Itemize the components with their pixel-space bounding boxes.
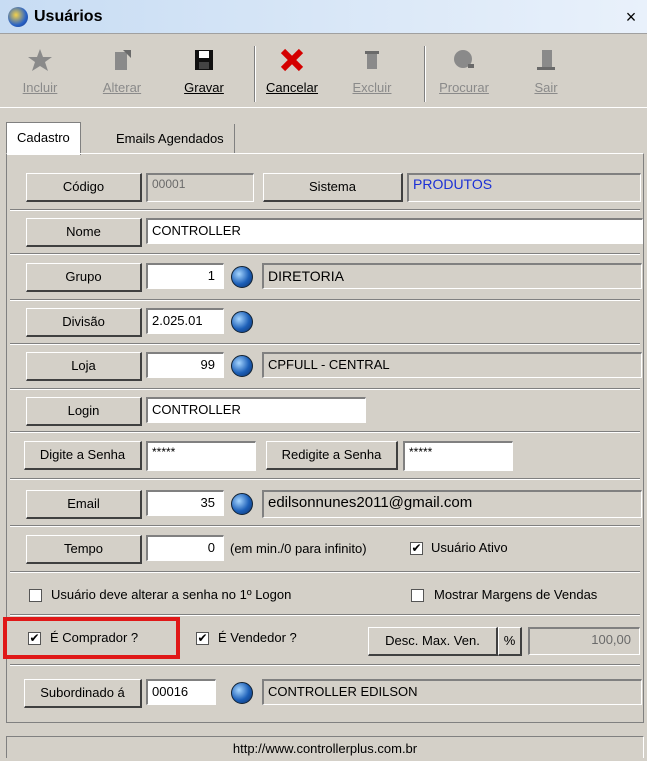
toolbar-separator-2 bbox=[424, 46, 426, 102]
procurar-label: Procurar bbox=[439, 80, 489, 95]
subordinado-field[interactable]: 00016 bbox=[146, 679, 216, 705]
usuario-ativo-label: Usuário Ativo bbox=[431, 540, 508, 555]
loja-field[interactable]: 99 bbox=[146, 352, 224, 378]
divider bbox=[10, 431, 640, 433]
incluir-label: Incluir bbox=[22, 80, 58, 95]
cancel-x-icon bbox=[280, 48, 304, 72]
codigo-field[interactable]: 00001 bbox=[146, 173, 254, 202]
window-title: Usuários bbox=[34, 8, 103, 25]
sair-label: Sair bbox=[534, 80, 558, 95]
app-globe-icon bbox=[8, 7, 28, 27]
email-desc: edilsonnunes2011@gmail.com bbox=[262, 490, 642, 518]
excluir-label: Excluir bbox=[352, 80, 392, 95]
new-star-icon bbox=[28, 49, 52, 71]
divider bbox=[10, 299, 640, 301]
subordinado-search-globe-icon[interactable] bbox=[231, 682, 253, 704]
email-search-globe-icon[interactable] bbox=[231, 493, 253, 515]
divider bbox=[10, 614, 640, 616]
divider bbox=[10, 571, 640, 573]
divider bbox=[10, 478, 640, 480]
loja-search-globe-icon[interactable] bbox=[231, 355, 253, 377]
close-button[interactable]: × bbox=[620, 6, 642, 28]
divisao-label: Divisão bbox=[26, 308, 142, 337]
desc-max-label: Desc. Max. Ven. bbox=[368, 627, 498, 656]
alterar-senha-checkbox[interactable] bbox=[29, 589, 42, 602]
procurar-button[interactable]: Procurar bbox=[436, 44, 492, 104]
grupo-search-globe-icon[interactable] bbox=[231, 266, 253, 288]
subordinado-label: Subordinado á bbox=[24, 679, 142, 708]
search-globe-icon bbox=[454, 50, 474, 68]
usuario-ativo-checkbox[interactable]: ✔ bbox=[410, 542, 423, 555]
codigo-label: Código bbox=[26, 173, 142, 202]
cancelar-label: Cancelar bbox=[265, 80, 319, 95]
redigite-label: Redigite a Senha bbox=[266, 441, 398, 470]
gravar-button[interactable]: Gravar bbox=[176, 44, 232, 104]
divider bbox=[10, 253, 640, 255]
grupo-field[interactable]: 1 bbox=[146, 263, 224, 289]
nome-label: Nome bbox=[26, 218, 142, 247]
senha-label: Digite a Senha bbox=[24, 441, 142, 470]
toolbar-separator bbox=[254, 46, 256, 102]
tempo-field[interactable]: 0 bbox=[146, 535, 224, 561]
alterar-button[interactable]: Alterar bbox=[94, 44, 150, 104]
save-floppy-icon bbox=[195, 50, 213, 70]
divisao-search-globe-icon[interactable] bbox=[231, 311, 253, 333]
incluir-button[interactable]: Incluir bbox=[12, 44, 68, 104]
grupo-label: Grupo bbox=[26, 263, 142, 292]
edit-pencil-icon bbox=[115, 50, 131, 70]
loja-label: Loja bbox=[26, 352, 142, 381]
sair-button[interactable]: Sair bbox=[518, 44, 574, 104]
email-field[interactable]: 35 bbox=[146, 490, 224, 516]
tab-emails-agendados[interactable]: Emails Agendados bbox=[106, 124, 235, 153]
divisao-field[interactable]: 2.025.01 bbox=[146, 308, 224, 334]
divider bbox=[10, 343, 640, 345]
desc-max-field[interactable]: 100,00 bbox=[528, 627, 640, 655]
cancelar-button[interactable]: Cancelar bbox=[264, 44, 320, 104]
tempo-label: Tempo bbox=[26, 535, 142, 564]
highlight-box bbox=[3, 617, 180, 659]
sistema-label: Sistema bbox=[263, 173, 403, 202]
divider bbox=[10, 388, 640, 390]
subordinado-desc: CONTROLLER EDILSON bbox=[262, 679, 642, 705]
tempo-hint: (em min./0 para infinito) bbox=[230, 541, 367, 556]
excluir-button[interactable]: Excluir bbox=[344, 44, 400, 104]
status-bar-url: http://www.controllerplus.com.br bbox=[6, 736, 644, 758]
grupo-desc: DIRETORIA bbox=[262, 263, 642, 289]
delete-trash-icon bbox=[365, 51, 379, 69]
mostrar-margens-label: Mostrar Margens de Vendas bbox=[434, 587, 598, 602]
vendedor-checkbox[interactable]: ✔ bbox=[196, 632, 209, 645]
divider bbox=[10, 209, 640, 211]
redigite-field[interactable]: ***** bbox=[403, 441, 513, 471]
tab-cadastro[interactable]: Cadastro bbox=[6, 122, 81, 155]
senha-field[interactable]: ***** bbox=[146, 441, 256, 471]
login-field[interactable]: CONTROLLER bbox=[146, 397, 366, 423]
divider bbox=[10, 664, 640, 666]
vendedor-label: É Vendedor ? bbox=[218, 630, 297, 645]
loja-desc: CPFULL - CENTRAL bbox=[262, 352, 642, 378]
exit-door-icon bbox=[537, 50, 555, 70]
mostrar-margens-checkbox[interactable] bbox=[411, 589, 424, 602]
email-label: Email bbox=[26, 490, 142, 519]
login-label: Login bbox=[26, 397, 142, 426]
alterar-label: Alterar bbox=[102, 80, 142, 95]
alterar-senha-label: Usuário deve alterar a senha no 1º Logon bbox=[51, 587, 292, 602]
desc-pct-label: % bbox=[498, 627, 522, 656]
sistema-field[interactable]: PRODUTOS bbox=[407, 173, 641, 202]
gravar-label: Gravar bbox=[184, 80, 224, 95]
nome-field[interactable]: CONTROLLER bbox=[146, 218, 643, 244]
divider bbox=[10, 525, 640, 527]
